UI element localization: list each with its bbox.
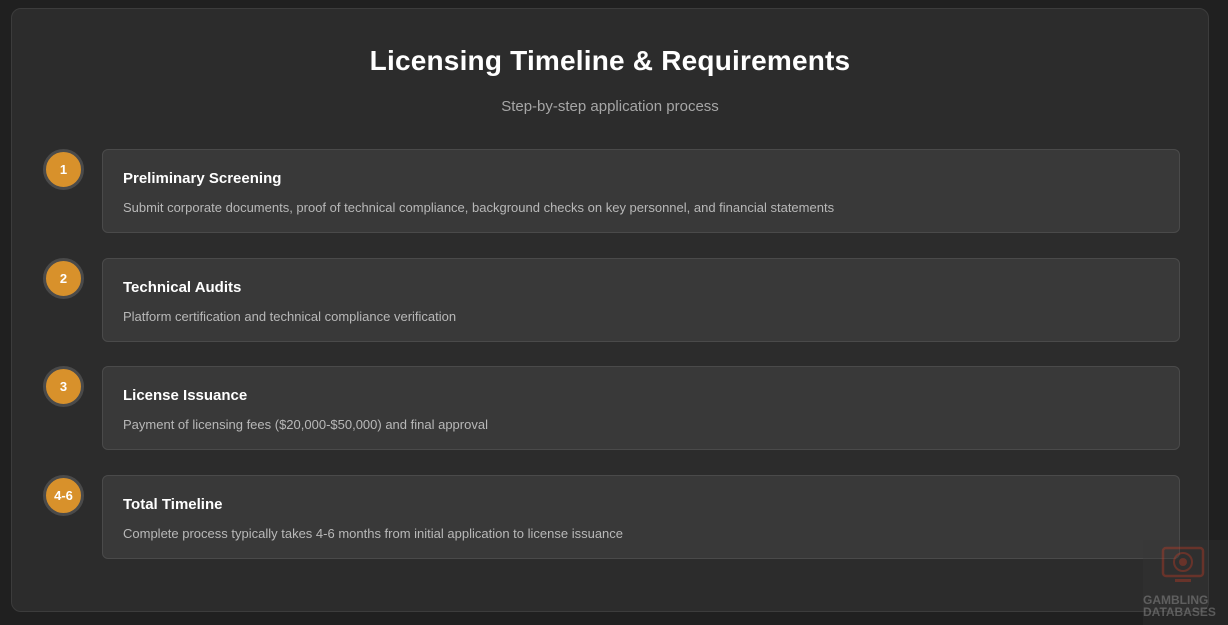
step-description: Payment of licensing fees ($20,000-$50,0… — [123, 417, 488, 432]
step-card: Preliminary Screening Submit corporate d… — [102, 149, 1180, 233]
step-number-badge: 4-6 — [43, 475, 84, 516]
watermark-text: GAMBLING DATABASES — [1143, 594, 1228, 618]
step-description: Platform certification and technical com… — [123, 309, 457, 324]
timeline-step-3: 3 License Issuance Payment of licensing … — [12, 366, 1208, 450]
step-title: Technical Audits — [123, 279, 242, 296]
timeline-step-4: 4-6 Total Timeline Complete process typi… — [12, 475, 1208, 559]
monitor-poker-chip-icon — [1161, 546, 1205, 582]
page-subtitle: Step-by-step application process — [501, 98, 719, 115]
step-card: Technical Audits Platform certification … — [102, 258, 1180, 342]
step-number-badge: 1 — [43, 149, 84, 190]
step-number-badge: 2 — [43, 258, 84, 299]
step-title: Preliminary Screening — [123, 170, 282, 187]
step-description: Complete process typically takes 4-6 mon… — [123, 526, 624, 541]
page-title: Licensing Timeline & Requirements — [369, 45, 851, 76]
timeline-card: Licensing Timeline & Requirements Step-b… — [11, 8, 1209, 612]
step-description: Submit corporate documents, proof of tec… — [123, 200, 835, 215]
timeline-step-2: 2 Technical Audits Platform certificatio… — [12, 258, 1208, 342]
step-card: License Issuance Payment of licensing fe… — [102, 366, 1180, 450]
watermark-logo: GAMBLING DATABASES — [1143, 540, 1228, 625]
timeline-step-1: 1 Preliminary Screening Submit corporate… — [12, 149, 1208, 233]
step-card: Total Timeline Complete process typicall… — [102, 475, 1180, 559]
watermark-line-2: DATABASES — [1143, 605, 1216, 619]
step-title: License Issuance — [123, 387, 248, 404]
step-title: Total Timeline — [123, 496, 223, 513]
step-number-badge: 3 — [43, 366, 84, 407]
